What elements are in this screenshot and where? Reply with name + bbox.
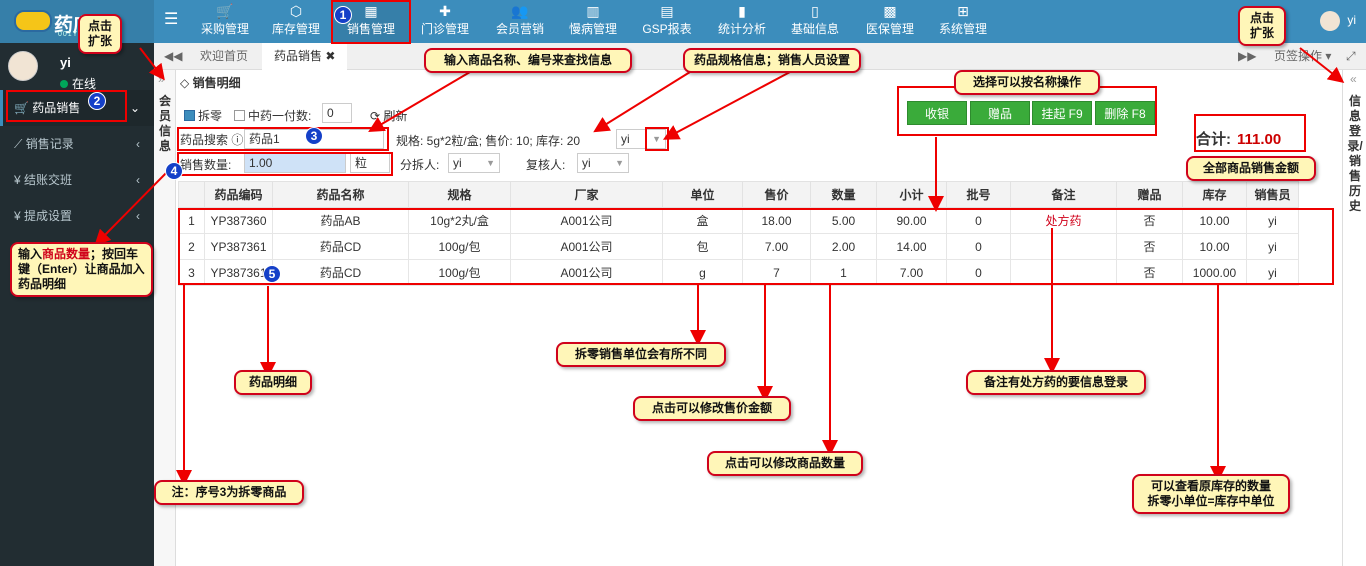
note-qty-tip: 输入商品数量；按回车键（Enter）让商品加入药品明细 [10, 242, 153, 297]
note-spec-tip: 药品规格信息；销售人员设置 [683, 48, 861, 73]
step-number-2: 2 [88, 92, 106, 110]
note-stock: 可以查看原库存的数量 拆零小单位=库存中单位 [1132, 474, 1290, 514]
note-seq3: 注：序号3为拆零商品 [154, 480, 304, 505]
note-qty-edit: 点击可以修改商品数量 [707, 451, 863, 476]
step-number-3: 3 [305, 127, 323, 145]
note-search-tip: 输入商品名称、编号来查找信息 [424, 48, 632, 73]
note-expand-left: 点击扩张 [78, 14, 122, 54]
note-chailing-unit: 拆零销售单位会有所不同 [556, 342, 726, 367]
note-op-tip: 选择可以按名称操作 [954, 70, 1100, 95]
step-number-4: 4 [165, 162, 183, 180]
step-number-1: 1 [334, 6, 352, 24]
note-expand-right: 点击扩张 [1238, 6, 1286, 46]
note-price: 点击可以修改售价金额 [633, 396, 791, 421]
note-remark: 备注有处方药的要信息登录 [966, 370, 1146, 395]
step-number-5: 5 [263, 265, 281, 283]
note-detail: 药品明细 [234, 370, 312, 395]
note-total-tip: 全部商品销售金额 [1186, 156, 1316, 181]
